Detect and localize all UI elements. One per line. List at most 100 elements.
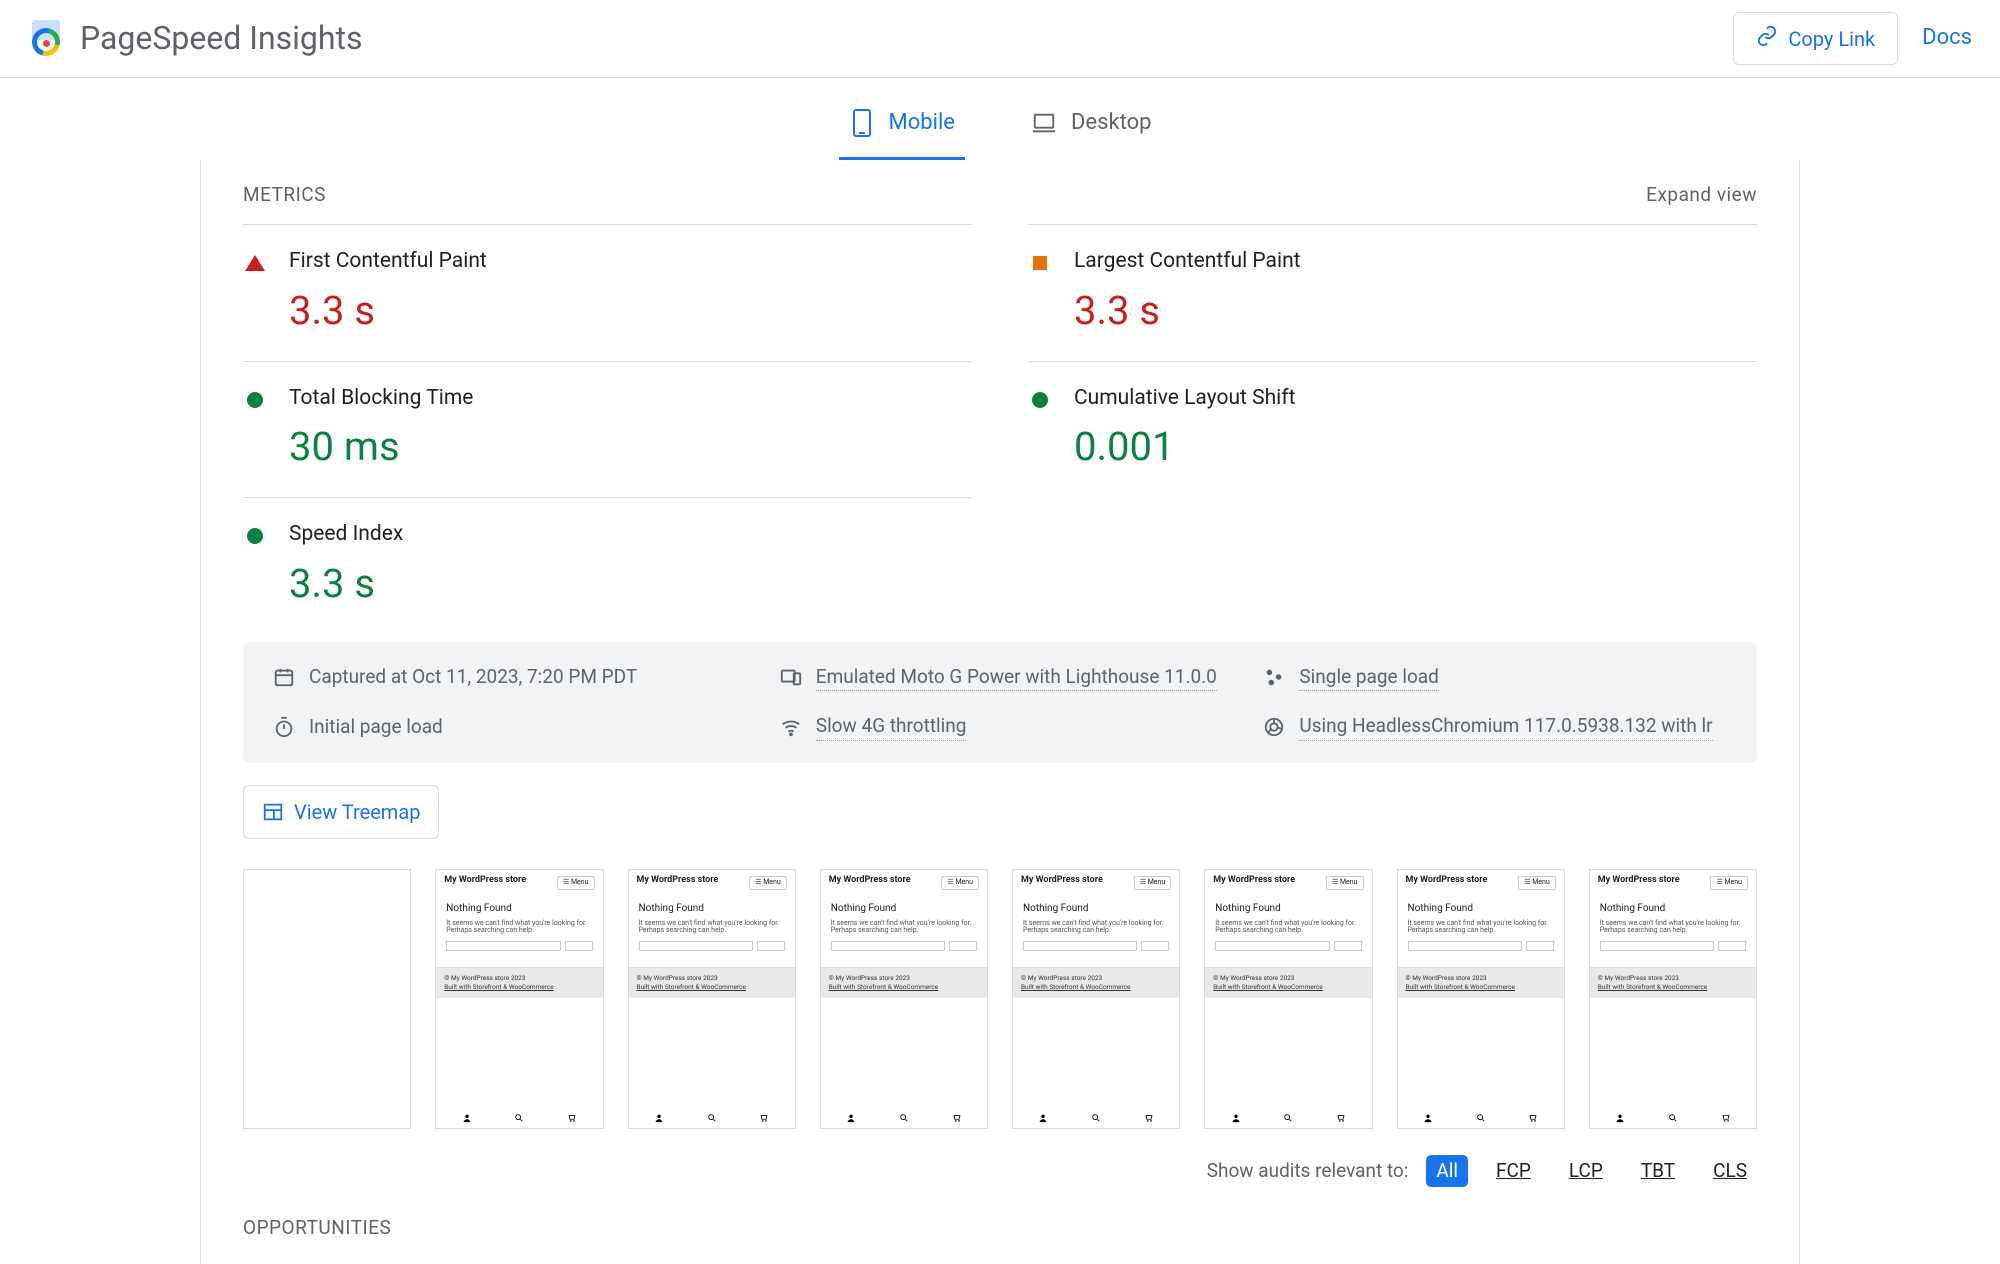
search-icon (514, 1113, 524, 1123)
metrics-grid: First Contentful Paint 3.3 s Largest Con… (243, 224, 1757, 633)
thumb-foot1: © My WordPress store 2023 (444, 974, 594, 983)
filter-label: Show audits relevant to: (1207, 1158, 1409, 1185)
audit-filter-row: Show audits relevant to: All FCP LCP TBT… (243, 1155, 1757, 1188)
pass-circle-icon (1028, 388, 1052, 412)
docs-link[interactable]: Docs (1922, 23, 1972, 54)
metric-cls: Cumulative Layout Shift 0.001 (1028, 361, 1757, 497)
copy-link-label: Copy Link (1788, 27, 1875, 51)
thumb-title: My WordPress store (1021, 876, 1103, 886)
thumb-title: My WordPress store (637, 876, 719, 886)
tab-desktop-label: Desktop (1071, 108, 1152, 139)
samples-icon (1263, 666, 1285, 688)
metric-label: Speed Index (289, 520, 972, 549)
thumb-menu: ☰ Menu (1326, 876, 1364, 890)
thumb-menu: ☰ Menu (1710, 876, 1748, 890)
filter-cls[interactable]: CLS (1703, 1155, 1757, 1188)
filmstrip-frame[interactable]: My WordPress store☰ Menu Nothing FoundIt… (435, 869, 603, 1129)
chrome-icon (1263, 716, 1285, 738)
filter-lcp[interactable]: LCP (1559, 1155, 1613, 1188)
thumb-title: My WordPress store (1213, 876, 1295, 886)
thumb-para: It seems we can't find what you're looki… (639, 920, 785, 935)
tab-mobile-label: Mobile (889, 108, 955, 139)
cart-icon (1528, 1113, 1538, 1123)
pass-circle-icon (243, 388, 267, 412)
cart-icon (1721, 1113, 1731, 1123)
metric-value: 3.3 s (289, 556, 972, 612)
user-icon (1231, 1113, 1241, 1123)
thumb-para: It seems we can't find what you're looki… (1408, 920, 1554, 935)
user-icon (654, 1113, 664, 1123)
thumb-heading: Nothing Found (831, 902, 977, 916)
metric-lcp: Largest Contentful Paint 3.3 s (1028, 224, 1757, 360)
filmstrip-frame[interactable] (243, 869, 411, 1129)
link-icon (1756, 25, 1778, 52)
filmstrip-frame[interactable]: My WordPress store☰ Menu Nothing FoundIt… (1589, 869, 1757, 1129)
cart-icon (567, 1113, 577, 1123)
thumb-menu: ☰ Menu (1134, 876, 1172, 890)
thumb-menu: ☰ Menu (1518, 876, 1556, 890)
metric-label: Largest Contentful Paint (1074, 247, 1757, 276)
thumb-heading: Nothing Found (639, 902, 785, 916)
user-icon (1423, 1113, 1433, 1123)
tab-desktop[interactable]: Desktop (1021, 94, 1162, 160)
filmstrip-frame[interactable]: My WordPress store☰ Menu Nothing FoundIt… (820, 869, 988, 1129)
filmstrip-frame[interactable]: My WordPress store☰ Menu Nothing FoundIt… (628, 869, 796, 1129)
environment-info: Captured at Oct 11, 2023, 7:20 PM PDT Em… (243, 642, 1757, 763)
search-icon (899, 1113, 909, 1123)
env-text: Emulated Moto G Power with Lighthouse 11… (816, 664, 1217, 692)
env-device[interactable]: Emulated Moto G Power with Lighthouse 11… (780, 664, 1244, 692)
cart-icon (1144, 1113, 1154, 1123)
desktop-icon (1031, 108, 1057, 138)
user-icon (1615, 1113, 1625, 1123)
tabs: Mobile Desktop (0, 78, 2000, 160)
filter-all[interactable]: All (1426, 1155, 1468, 1188)
env-navigation: Initial page load (273, 713, 760, 741)
brand: PageSpeed Insights (28, 16, 363, 61)
metrics-header-row: METRICS Expand view (243, 182, 1757, 209)
user-icon (1038, 1113, 1048, 1123)
view-treemap-button[interactable]: View Treemap (243, 785, 439, 839)
metrics-heading: METRICS (243, 182, 326, 209)
metric-value: 0.001 (1074, 419, 1757, 475)
metric-value: 30 ms (289, 419, 972, 475)
env-text: Using HeadlessChromium 117.0.5938.132 wi… (1299, 713, 1712, 741)
filmstrip-frame[interactable]: My WordPress store☰ Menu Nothing FoundIt… (1012, 869, 1180, 1129)
thumb-menu: ☰ Menu (941, 876, 979, 890)
env-load[interactable]: Single page load (1263, 664, 1727, 692)
filmstrip-frame[interactable]: My WordPress store☰ Menu Nothing FoundIt… (1397, 869, 1565, 1129)
metric-label: Total Blocking Time (289, 384, 972, 413)
header-actions: Copy Link Docs (1733, 12, 1972, 65)
thumb-foot2: Built with Storefront & WooCommerce (637, 983, 787, 992)
wifi-icon (780, 716, 802, 738)
tab-mobile[interactable]: Mobile (839, 94, 965, 160)
env-text: Slow 4G throttling (816, 713, 967, 741)
env-throttle[interactable]: Slow 4G throttling (780, 713, 1244, 741)
copy-link-button[interactable]: Copy Link (1733, 12, 1898, 65)
expand-view-toggle[interactable]: Expand view (1646, 182, 1757, 209)
env-text: Initial page load (309, 714, 443, 741)
thumb-foot1: © My WordPress store 2023 (1598, 974, 1748, 983)
view-treemap-label: View Treemap (294, 800, 420, 824)
metric-value: 3.3 s (1074, 283, 1757, 339)
filmstrip: My WordPress store ☰ Menu Nothing Found It… (243, 869, 1757, 1129)
thumb-para: It seems we can't find what you're looki… (831, 920, 977, 935)
filmstrip-frame[interactable]: My WordPress store☰ Menu Nothing FoundIt… (1204, 869, 1372, 1129)
thumb-para: It seems we can't find what you're looki… (1023, 920, 1169, 935)
thumb-title: My WordPress store (444, 876, 526, 886)
thumb-foot2: Built with Storefront & WooCommerce (1021, 983, 1171, 992)
env-browser[interactable]: Using HeadlessChromium 117.0.5938.132 wi… (1263, 713, 1727, 741)
thumb-foot1: © My WordPress store 2023 (1213, 974, 1363, 983)
filter-tbt[interactable]: TBT (1631, 1155, 1685, 1188)
thumb-heading: Nothing Found (1215, 902, 1361, 916)
calendar-icon (273, 666, 295, 688)
filter-fcp[interactable]: FCP (1486, 1155, 1541, 1188)
thumb-menu: ☰ Menu (557, 876, 595, 890)
metric-label: First Contentful Paint (289, 247, 972, 276)
average-square-icon (1028, 251, 1052, 275)
thumb-foot2: Built with Storefront & WooCommerce (1598, 983, 1748, 992)
thumb-foot1: © My WordPress store 2023 (829, 974, 979, 983)
cart-icon (952, 1113, 962, 1123)
env-captured: Captured at Oct 11, 2023, 7:20 PM PDT (273, 664, 760, 692)
fail-triangle-icon (243, 251, 267, 275)
app-title: PageSpeed Insights (80, 16, 363, 61)
